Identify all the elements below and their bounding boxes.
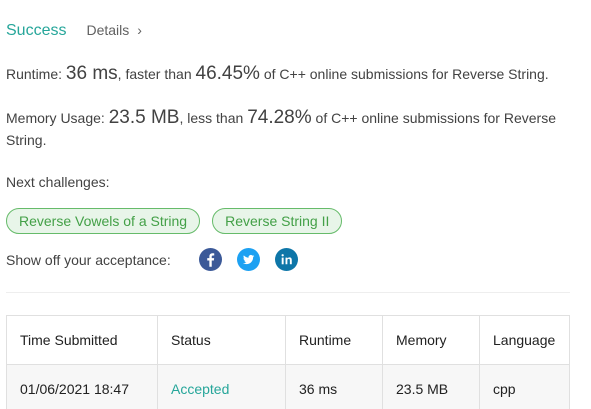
- runtime-summary: Runtime: 36 ms, faster than 46.45% of C+…: [6, 63, 586, 85]
- twitter-icon[interactable]: [236, 248, 260, 271]
- cell-status: Accepted: [158, 365, 286, 409]
- memory-value: 23.5 MB: [108, 107, 180, 128]
- section-divider: [6, 292, 570, 293]
- runtime-label: Runtime:: [6, 66, 63, 82]
- facebook-icon[interactable]: [198, 248, 222, 271]
- runtime-percent: 46.45%: [195, 63, 260, 84]
- cell-memory: 23.5 MB: [383, 365, 480, 409]
- challenge-chip-reverse-vowels[interactable]: Reverse Vowels of a String: [6, 208, 201, 234]
- runtime-value: 36 ms: [65, 63, 118, 84]
- share-row: Show off your acceptance:: [6, 248, 298, 271]
- runtime-mid: , faster than: [117, 66, 192, 82]
- cell-runtime: 36 ms: [286, 365, 383, 409]
- share-label: Show off your acceptance:: [6, 251, 171, 268]
- chevron-right-icon: ›: [137, 22, 142, 38]
- column-header-language: Language: [493, 332, 556, 348]
- linkedin-icon[interactable]: [274, 248, 298, 271]
- memory-label: Memory Usage:: [6, 110, 105, 126]
- status-title: Success: [6, 22, 67, 39]
- column-header-status: Status: [158, 316, 286, 364]
- table-header-row: Time Submitted Status Runtime Memory Lan…: [7, 316, 569, 364]
- memory-mid: , less than: [179, 110, 244, 126]
- result-header: Success Details ›: [6, 22, 142, 40]
- column-header-memory: Memory: [383, 316, 480, 364]
- social-buttons: [198, 248, 298, 271]
- details-label: Details: [86, 22, 130, 38]
- memory-percent: 74.28%: [247, 107, 312, 128]
- runtime-suffix: of C++ online submissions for Reverse St…: [263, 66, 549, 82]
- memory-summary: Memory Usage: 23.5 MB, less than 74.28% …: [6, 107, 581, 151]
- submissions-table: Time Submitted Status Runtime Memory Lan…: [6, 315, 570, 409]
- column-header-time-submitted: Time Submitted: [7, 316, 158, 364]
- challenge-chip-reverse-string-ii[interactable]: Reverse String II: [212, 208, 343, 234]
- cell-time-submitted: 01/06/2021 18:47: [7, 365, 158, 409]
- challenge-chips: Reverse Vowels of a String Reverse Strin…: [6, 208, 343, 234]
- table-row: 01/06/2021 18:47 Accepted 36 ms 23.5 MB …: [7, 364, 569, 409]
- column-header-runtime: Runtime: [286, 316, 383, 364]
- status-accepted-link[interactable]: Accepted: [171, 381, 229, 397]
- next-challenges-label: Next challenges:: [6, 174, 110, 190]
- details-link[interactable]: Details ›: [86, 22, 141, 38]
- cell-language: cpp: [493, 380, 516, 397]
